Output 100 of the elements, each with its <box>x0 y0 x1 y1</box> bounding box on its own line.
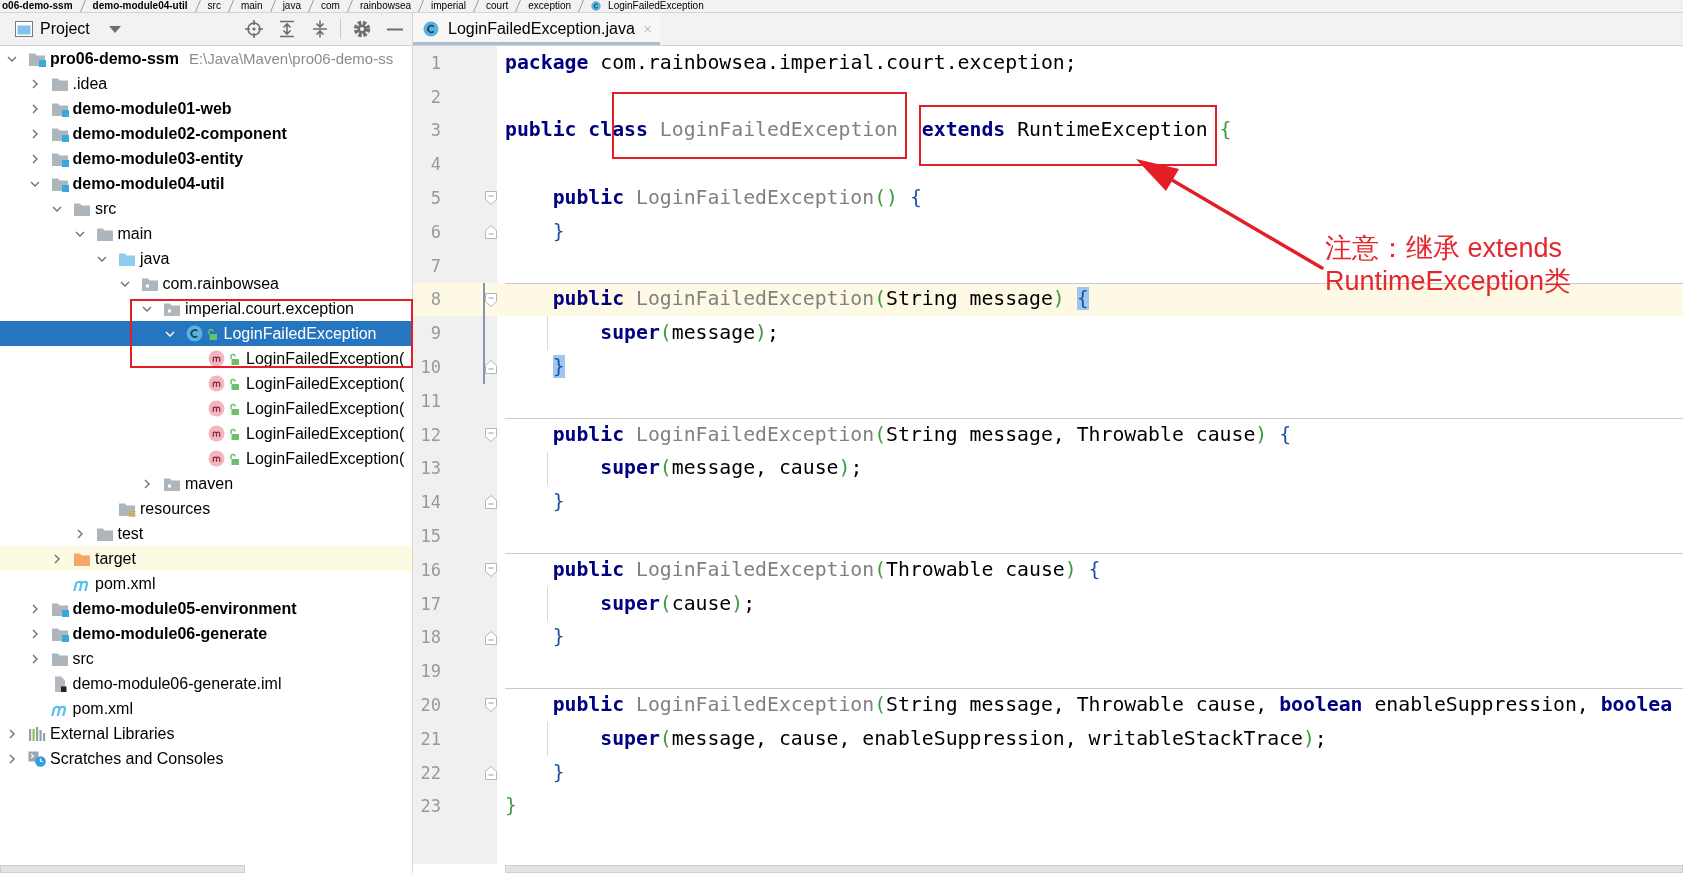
window-icon <box>15 21 33 37</box>
tree-item[interactable]: LoginFailedException( <box>0 396 412 421</box>
code-line: super(message, cause, enableSuppression, writableStackTrace); <box>600 725 1327 752</box>
tree-item[interactable]: LoginFailedException( <box>0 446 412 471</box>
breadcrumb-item[interactable]: LoginFailedException <box>608 0 704 12</box>
tree-item[interactable]: Scratches and Consoles <box>0 746 412 771</box>
minimize-icon[interactable] <box>386 27 404 31</box>
chevron-icon[interactable] <box>52 553 62 564</box>
tree-item[interactable]: demo-module02-component <box>0 121 412 146</box>
m-circle-icon <box>208 375 225 392</box>
tree-item[interactable]: maven <box>0 471 412 496</box>
code-line: } <box>552 489 565 516</box>
code-line: public LoginFailedException() { <box>552 185 922 212</box>
tree-item[interactable]: main <box>0 221 412 246</box>
tree-item[interactable]: demo-module04-util <box>0 171 412 196</box>
chevron-icon[interactable] <box>7 728 17 739</box>
fold-marker-icon[interactable] <box>485 765 497 780</box>
caret-icon <box>108 25 121 33</box>
breadcrumb-item[interactable]: main <box>240 0 263 12</box>
line-number: 15 <box>419 525 441 548</box>
code-line: public LoginFailedException(String message) { <box>552 286 1089 313</box>
tree-item[interactable]: pro06-demo-ssm E:\Java\Maven\pro06-demo-ss <box>0 46 412 71</box>
tree-item[interactable]: java <box>0 246 412 271</box>
code-line: public LoginFailedException(Throwable cause) { <box>552 556 1101 583</box>
code-line: } <box>552 218 565 245</box>
settings-icon[interactable] <box>353 20 371 38</box>
fold-marker-icon[interactable] <box>485 427 497 442</box>
horizontal-scrollbar[interactable] <box>505 865 1683 873</box>
fold-marker-icon[interactable] <box>485 292 497 307</box>
line-number: 8 <box>429 288 441 311</box>
expand-all-icon[interactable] <box>278 20 296 38</box>
breadcrumb-item[interactable]: imperial <box>431 0 467 12</box>
breadcrumb-item[interactable]: rainbowsea <box>359 0 412 12</box>
slash-icon <box>227 0 234 12</box>
line-number: 21 <box>419 727 441 750</box>
fold-marker-icon[interactable] <box>485 630 497 645</box>
fold-marker-icon[interactable] <box>485 562 497 577</box>
line-number: 3 <box>429 119 441 142</box>
c-circle-icon <box>185 325 203 342</box>
code-line: super(message, cause); <box>600 455 863 482</box>
tree-item[interactable]: test <box>0 521 412 546</box>
m-circle-icon <box>208 425 225 442</box>
code-line: package com.rainbowsea.imperial.court.exception; <box>505 49 1077 76</box>
tree-item[interactable]: src <box>0 646 412 671</box>
tree-item[interactable]: External Libraries <box>0 721 412 746</box>
breadcrumb-item[interactable]: java <box>282 0 301 12</box>
editor-tab[interactable]: LoginFailedException.java <box>413 13 660 45</box>
tree-item[interactable]: resources <box>0 496 412 521</box>
tree-item[interactable]: demo-module01-web <box>0 96 412 121</box>
m-circle-icon <box>208 350 225 367</box>
padlock-icon <box>229 452 239 465</box>
breadcrumb-item[interactable]: o06-demo-ssm <box>2 0 73 12</box>
code-line: } <box>552 624 565 651</box>
m-circle-icon <box>208 400 225 417</box>
tree-item[interactable]: demo-module05-environment <box>0 596 412 621</box>
library-bars-icon <box>28 725 46 742</box>
line-number: 7 <box>429 254 441 277</box>
tree-item[interactable]: target <box>0 546 412 571</box>
slash-icon <box>515 0 522 12</box>
tree-item[interactable]: src <box>0 196 412 221</box>
breadcrumb-item[interactable]: court <box>486 0 509 12</box>
breadcrumb-item[interactable]: src <box>207 0 221 12</box>
view-selector[interactable]: Project <box>15 16 121 42</box>
breadcrumb-item[interactable]: com <box>321 0 340 12</box>
code-line: public LoginFailedException(String message, Throwable cause) { <box>552 421 1292 448</box>
tree-item[interactable]: demo-module03-entity <box>0 146 412 171</box>
breadcrumb-item[interactable]: exception <box>528 0 572 12</box>
code-line: public LoginFailedException(String message, Throwable cause, boolean enableSuppression, boolea <box>552 692 1673 719</box>
tree-item[interactable]: com.rainbowsea <box>0 271 412 296</box>
collapse-all-icon[interactable] <box>311 20 329 38</box>
padlock-icon <box>229 427 239 440</box>
fold-marker-icon[interactable] <box>485 225 497 239</box>
tree-item[interactable]: LoginFailedException( <box>0 346 412 371</box>
fold-marker-icon[interactable] <box>485 495 497 510</box>
tree-item[interactable]: LoginFailedException <box>0 321 412 346</box>
code-line: super(message); <box>600 320 779 347</box>
tree-item[interactable]: pom.xml <box>0 696 412 721</box>
chevron-icon[interactable] <box>7 753 17 764</box>
tree-item[interactable]: imperial.court.exception <box>0 296 412 321</box>
fold-marker-icon[interactable] <box>485 698 497 713</box>
tree-item[interactable]: demo-module06-generate <box>0 621 412 646</box>
chevron-icon[interactable] <box>142 478 152 489</box>
horizontal-scrollbar[interactable] <box>0 865 245 873</box>
line-number: 23 <box>419 795 441 818</box>
tree-item[interactable]: LoginFailedException( <box>0 421 412 446</box>
project-path: E:\Java\Maven\pro06-demo-ss <box>188 50 394 67</box>
breadcrumb-item[interactable]: demo-module04-util <box>92 0 188 12</box>
c-circle-icon <box>591 1 602 11</box>
line-number: 9 <box>429 322 441 345</box>
slash-icon <box>473 0 480 12</box>
tree-item[interactable]: pom.xml <box>0 571 412 596</box>
line-number: 19 <box>419 660 441 683</box>
fold-marker-icon[interactable] <box>485 360 497 375</box>
fold-marker-icon[interactable] <box>485 191 497 206</box>
tree-item[interactable]: .idea <box>0 71 412 96</box>
annotation-note: 注意：继承 extends RuntimeException类 <box>1325 232 1572 298</box>
tree-item[interactable]: LoginFailedException( <box>0 371 412 396</box>
tree-item[interactable]: demo-module06-generate.iml <box>0 671 412 696</box>
crosshair-icon[interactable] <box>245 20 263 38</box>
slash-icon <box>578 0 585 12</box>
